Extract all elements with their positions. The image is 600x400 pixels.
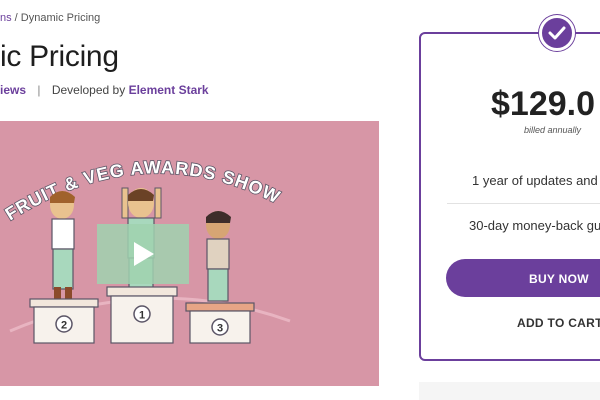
buy-now-button[interactable]: BUY NOW <box>446 259 600 297</box>
podium-label-second: 2 <box>61 320 67 332</box>
product-meta: iews | Developed by Element Stark <box>0 83 209 97</box>
reviews-link[interactable]: iews <box>0 83 26 97</box>
check-icon <box>548 26 566 40</box>
developer-link[interactable]: Element Stark <box>129 83 209 97</box>
feature-updates: 1 year of updates and s <box>472 173 600 188</box>
play-icon <box>134 242 154 266</box>
meta-separator: | <box>37 83 41 97</box>
breadcrumb-parent-link[interactable]: ns <box>0 12 12 24</box>
check-badge <box>539 15 575 51</box>
video-thumbnail-illustration: FRUIT & VEG AWARDS SHOW 2 1 3 <box>1 156 291 344</box>
figure-third-place <box>206 211 231 302</box>
pricing-card <box>419 32 600 361</box>
feature-money-back: 30-day money-back gua <box>469 218 600 233</box>
page-title: ic Pricing <box>0 40 119 73</box>
breadcrumb: ns / Dynamic Pricing <box>0 12 100 24</box>
billing-note: billed annually <box>524 125 582 135</box>
feature-divider <box>447 203 600 204</box>
play-button[interactable] <box>97 224 189 284</box>
figure-second-place <box>50 191 75 299</box>
breadcrumb-separator: / <box>11 12 21 24</box>
price-amount: $129.0 <box>491 85 595 123</box>
podium-label-first: 1 <box>139 310 145 322</box>
breadcrumb-current: Dynamic Pricing <box>20 12 101 24</box>
buy-now-label: BUY NOW <box>529 272 589 286</box>
developed-by-label: Developed by <box>51 83 126 97</box>
podium-label-third: 3 <box>217 323 223 335</box>
lower-panel <box>419 382 600 400</box>
product-video[interactable]: FRUIT & VEG AWARDS SHOW 2 1 3 <box>0 121 379 386</box>
add-to-cart-button[interactable]: ADD TO CART <box>517 316 600 330</box>
